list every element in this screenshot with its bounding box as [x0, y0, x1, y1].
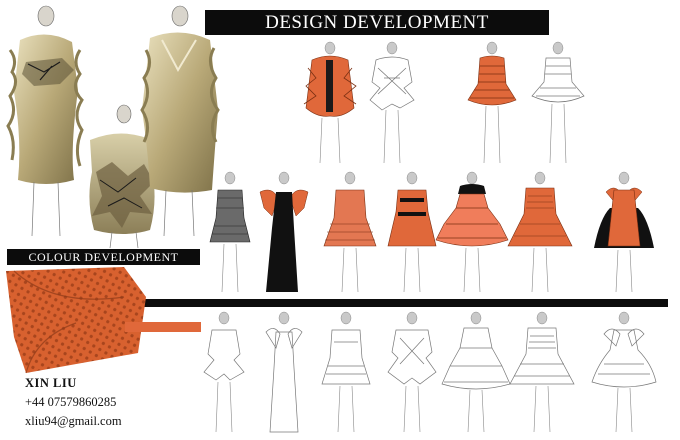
orange-colour-strip — [125, 322, 201, 332]
illustration-look-3 — [467, 41, 517, 164]
sketch-look-2 — [369, 41, 415, 164]
inspiration-photo-collage — [6, 5, 220, 249]
illustration-look-5 — [209, 171, 251, 293]
design-row-colour — [209, 171, 654, 293]
sketch-look-17 — [509, 311, 575, 433]
sketch-look-18 — [591, 311, 657, 433]
sketch-look-15 — [387, 311, 437, 433]
designer-name: XIN LIU — [25, 376, 77, 390]
contact-block: XIN LIU +44 07579860285 xliu94@gmail.com — [25, 374, 122, 431]
sketch-look-13 — [265, 311, 303, 433]
illustration-look-1 — [303, 41, 357, 164]
design-row-top — [303, 41, 585, 164]
sketch-look-12 — [203, 311, 245, 433]
illustration-look-6 — [259, 171, 309, 292]
phone-number: +44 07579860285 — [25, 395, 117, 409]
fabric-swatch-orange — [6, 267, 146, 374]
illustration-look-7 — [323, 171, 377, 293]
illustration-look-9 — [435, 171, 509, 293]
illustration-look-8 — [387, 171, 437, 293]
sketch-look-16 — [441, 311, 511, 433]
inspiration-look-1 — [6, 5, 84, 237]
design-row-sketches — [203, 311, 657, 433]
sketch-look-4 — [531, 41, 585, 164]
colour-development-heading: COLOUR DEVELOPMENT — [7, 249, 200, 265]
illustration-look-11 — [594, 171, 654, 293]
illustration-look-10 — [507, 171, 573, 293]
email-address: xliu94@gmail.com — [25, 414, 122, 428]
design-development-heading: DESIGN DEVELOPMENT — [205, 10, 549, 35]
sketch-look-14 — [321, 311, 371, 433]
divider-bar — [104, 299, 668, 307]
